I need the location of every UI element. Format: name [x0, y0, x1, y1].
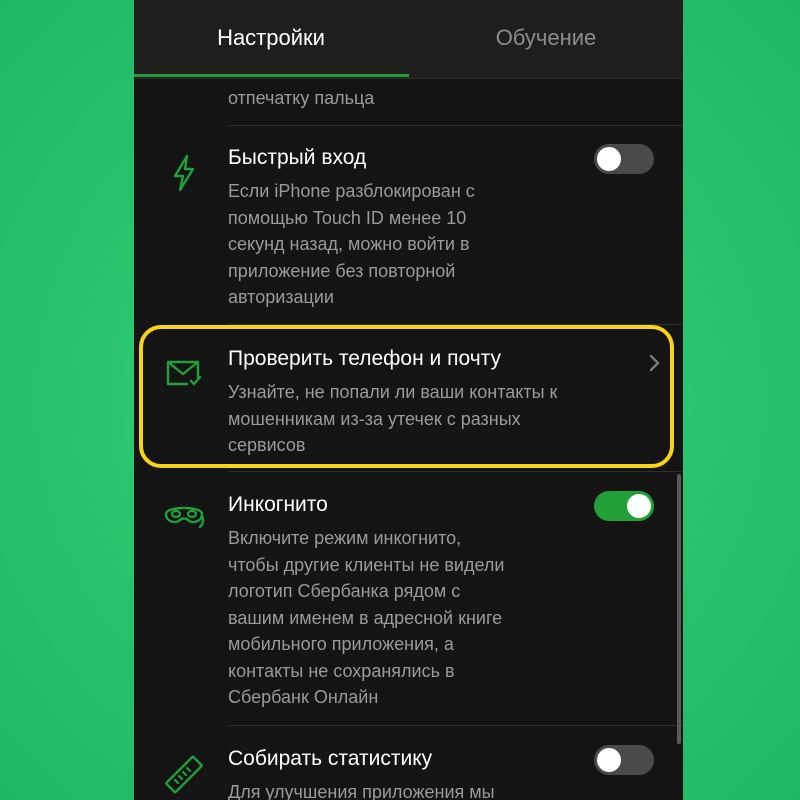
toggle-knob	[627, 494, 651, 518]
tab-bar: Настройки Обучение	[134, 0, 683, 79]
chevron-right-icon	[649, 354, 660, 372]
toggle-knob	[597, 748, 621, 772]
setting-description-line: Сбербанк Онлайн	[228, 687, 379, 707]
mail-check-icon	[166, 360, 202, 386]
ruler-icon	[165, 755, 203, 794]
setting-description-line: сервисов	[228, 435, 306, 455]
setting-title: Проверить телефон и почту	[228, 347, 501, 370]
setting-title: Быстрый вход	[228, 146, 367, 169]
phone-screen: Настройки Обучение отпечатку пальца Быст…	[134, 0, 683, 800]
tab-settings[interactable]: Настройки	[134, 0, 408, 78]
setting-check-contacts[interactable]: Проверить телефон и почту Узнайте, не по…	[134, 325, 683, 471]
setting-description-line: приложение без повторной	[228, 260, 456, 281]
mask-icon	[164, 506, 205, 529]
setting-description-line: вашим именем в адресной книге	[228, 607, 503, 628]
setting-description-line: авторизации	[228, 287, 334, 307]
setting-description-line: помощью Touch ID менее 10	[228, 207, 467, 228]
setting-description-line: логотип Сбербанка рядом с	[228, 581, 461, 601]
setting-description-line: Для улучшения приложения мы	[228, 782, 495, 800]
setting-description-line: секунд назад, можно войти в	[228, 234, 470, 254]
previous-item-description: отпечатку пальца	[228, 88, 375, 108]
setting-title: Собирать статистику	[228, 747, 433, 770]
statistics-toggle[interactable]	[594, 745, 654, 775]
setting-description-line: Если iPhone разблокирован с	[228, 181, 475, 201]
incognito-toggle[interactable]	[594, 491, 654, 521]
toggle-knob	[597, 147, 621, 171]
setting-statistics[interactable]: Собирать статистику Для улучшения прилож…	[134, 726, 683, 800]
setting-description-line: Включите режим инкогнито,	[228, 528, 462, 548]
setting-description-line: Узнайте, не попали ли ваши контакты к	[228, 382, 558, 402]
settings-list[interactable]: отпечатку пальца Быстрый вход Если iPhon…	[134, 79, 683, 800]
setting-quick-login[interactable]: Быстрый вход Если iPhone разблокирован с…	[134, 126, 683, 324]
setting-incognito[interactable]: Инкогнито Включите режим инкогнито, чтоб…	[134, 472, 683, 725]
active-tab-indicator	[134, 74, 409, 77]
scrollbar[interactable]	[677, 474, 681, 744]
setting-description-line: чтобы другие клиенты не видели	[228, 554, 505, 575]
setting-description-line: контакты не сохранялись в	[228, 660, 455, 681]
setting-title: Инкогнито	[228, 493, 328, 516]
setting-description-line: мошенникам из-за утечек с разных	[228, 408, 521, 429]
setting-description-line: мобильного приложения, а	[228, 634, 454, 654]
lightning-icon	[173, 154, 195, 192]
quick-login-toggle[interactable]	[594, 144, 654, 174]
tab-learning[interactable]: Обучение	[409, 0, 683, 78]
